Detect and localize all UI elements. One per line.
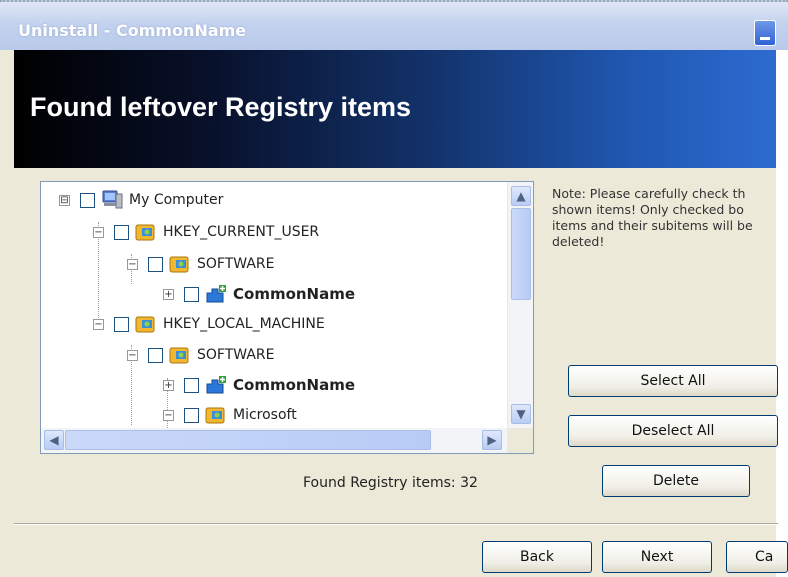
scroll-down-icon[interactable]: ▼: [511, 404, 531, 424]
horizontal-scrollbar[interactable]: ◀ ▶: [41, 428, 507, 453]
collapse-icon[interactable]: −: [127, 349, 138, 361]
deselect-all-button[interactable]: Deselect All: [568, 415, 778, 447]
header-banner: Found leftover Registry items: [14, 50, 778, 168]
app-puzzle-icon: [205, 375, 227, 395]
page-title: Found leftover Registry items: [30, 92, 412, 122]
found-items-label: Found Registry items:: [303, 475, 456, 491]
registry-hive-icon: [135, 314, 157, 334]
tree-item-label: HKEY_CURRENT_USER: [163, 224, 320, 240]
checkbox[interactable]: [80, 192, 95, 208]
checkbox[interactable]: [148, 347, 163, 363]
title-bar: Uninstall - CommonName: [0, 0, 788, 50]
scroll-up-icon[interactable]: ▲: [511, 186, 531, 206]
checkbox[interactable]: [184, 286, 199, 302]
note-text: Note: Please carefully check th shown it…: [552, 186, 753, 249]
checkbox[interactable]: [114, 224, 129, 240]
tree-item-commonname[interactable]: + CommonName: [163, 282, 355, 306]
window-title: Uninstall - CommonName: [18, 21, 247, 40]
back-button[interactable]: Back: [482, 541, 592, 573]
tree-item-software[interactable]: − SOFTWARE: [127, 252, 275, 276]
found-items-count: 32: [460, 475, 478, 491]
expand-icon[interactable]: +: [163, 288, 174, 300]
registry-key-icon: [205, 405, 227, 425]
window-left-border: [0, 50, 14, 577]
registry-key-icon: [169, 345, 191, 365]
app-puzzle-icon: [205, 284, 227, 304]
minimize-icon: [760, 37, 770, 40]
tree-item-commonname[interactable]: + CommonName: [163, 373, 355, 397]
next-button[interactable]: Next: [602, 541, 712, 573]
collapse-icon[interactable]: −: [127, 258, 138, 270]
checkbox[interactable]: [184, 407, 199, 423]
collapse-icon[interactable]: ⊟: [59, 194, 70, 206]
footer-divider: [14, 523, 778, 525]
tree-item-software[interactable]: − SOFTWARE: [127, 343, 275, 367]
delete-button[interactable]: Delete: [602, 465, 750, 497]
collapse-icon[interactable]: −: [163, 409, 174, 421]
collapse-icon[interactable]: −: [93, 226, 104, 238]
registry-tree[interactable]: ⊟ My Computer − HKEY_CURRENT_USER − SOFT…: [40, 181, 534, 454]
tree-item-label: SOFTWARE: [197, 256, 275, 272]
tree-item-label: CommonName: [233, 376, 356, 394]
tree-item-label: Microsoft: [233, 407, 297, 423]
tree-item-label: HKEY_LOCAL_MACHINE: [163, 316, 325, 332]
tree-item-my-computer[interactable]: ⊟ My Computer: [59, 188, 223, 212]
tree-item-label: My Computer: [129, 192, 224, 208]
tree-item-hkey-local-machine[interactable]: − HKEY_LOCAL_MACHINE: [93, 312, 325, 336]
tree-item-label: CommonName: [233, 285, 356, 303]
collapse-icon[interactable]: −: [93, 318, 104, 330]
window-right-border: [776, 50, 788, 577]
scroll-right-icon[interactable]: ▶: [482, 430, 502, 450]
registry-hive-icon: [135, 222, 157, 242]
select-all-button[interactable]: Select All: [568, 365, 778, 397]
horizontal-scroll-thumb[interactable]: [65, 430, 431, 450]
scrollbar-corner: [507, 428, 533, 453]
found-items-status: Found Registry items: 32: [303, 475, 478, 491]
registry-key-icon: [169, 254, 191, 274]
cancel-button[interactable]: Ca: [726, 541, 788, 573]
scroll-left-icon[interactable]: ◀: [44, 430, 64, 450]
checkbox[interactable]: [184, 377, 199, 393]
tree-item-label: SOFTWARE: [197, 347, 275, 363]
vertical-scroll-thumb[interactable]: [511, 208, 531, 300]
expand-icon[interactable]: +: [163, 379, 174, 391]
vertical-scrollbar[interactable]: ▲ ▼: [507, 182, 533, 428]
minimize-button[interactable]: [754, 20, 776, 46]
checkbox[interactable]: [148, 256, 163, 272]
tree-item-hkey-current-user[interactable]: − HKEY_CURRENT_USER: [93, 220, 319, 244]
computer-icon: [101, 190, 123, 210]
checkbox[interactable]: [114, 316, 129, 332]
tree-item-microsoft[interactable]: − Microsoft: [163, 403, 297, 427]
